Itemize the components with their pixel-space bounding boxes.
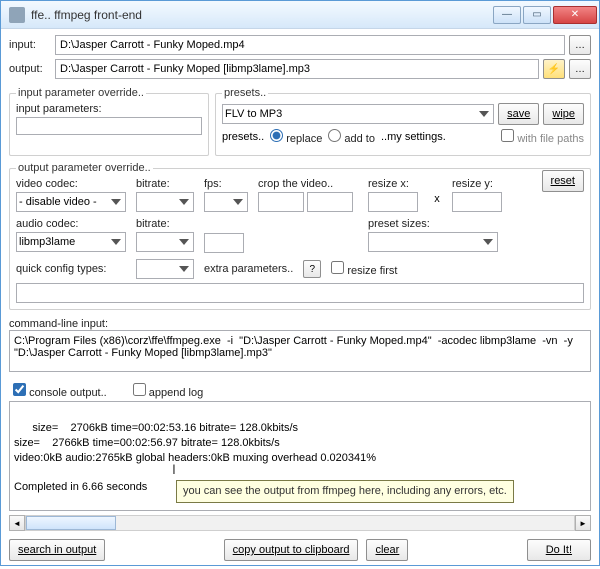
abitrate-select[interactable] — [136, 232, 194, 252]
append-log-label[interactable]: append log — [133, 383, 204, 399]
output-action-button[interactable]: ⚡ — [543, 59, 565, 79]
chevron-right-icon: ► — [579, 519, 587, 528]
addto-radio[interactable] — [328, 129, 341, 142]
presets-prefix-label: presets.. — [222, 131, 264, 143]
append-log-check[interactable] — [133, 383, 146, 396]
copy-output-button[interactable]: copy output to clipboard — [224, 539, 359, 561]
acodec-label: audio codec: — [16, 218, 126, 230]
preset-select[interactable]: FLV to MP3 — [222, 104, 494, 124]
help-button[interactable]: ? — [303, 260, 321, 278]
resizex-label: resize x: — [368, 178, 422, 190]
chevron-left-icon: ◄ — [13, 519, 21, 528]
console-output-label[interactable]: console output.. — [13, 383, 107, 399]
preset-sizes-select[interactable] — [368, 232, 498, 252]
resizey-label: resize y: — [452, 178, 506, 190]
resizex-field[interactable] — [368, 192, 418, 212]
presets-legend: presets.. — [222, 87, 268, 99]
ellipsis-icon: … — [575, 64, 585, 75]
cmdline-label: command-line input: — [9, 318, 108, 330]
resize-first-check[interactable] — [331, 261, 344, 274]
preset-sizes-label: preset sizes: — [368, 218, 498, 230]
reset-button[interactable]: reset — [542, 170, 584, 192]
resizey-field[interactable] — [452, 192, 502, 212]
console-output-text: size= 2706kB time=00:02:53.16 bitrate= 1… — [14, 422, 376, 493]
question-icon: ? — [309, 264, 315, 275]
lightning-icon: ⚡ — [548, 64, 560, 75]
vcodec-select[interactable]: - disable video - — [16, 192, 126, 212]
crop-w-field[interactable] — [258, 192, 304, 212]
console-output-check[interactable] — [13, 383, 26, 396]
close-button[interactable]: ✕ — [553, 6, 597, 24]
cmdline-field[interactable]: C:\Program Files (x86)\corz\ffe\ffmpeg.e… — [9, 330, 591, 372]
tooltip: you can see the output from ffmpeg here,… — [176, 480, 514, 503]
with-file-paths-check[interactable] — [501, 129, 514, 142]
abitrate-label: bitrate: — [136, 218, 194, 230]
fps-label: fps: — [204, 178, 248, 190]
search-in-output-button[interactable]: search in output — [9, 539, 105, 561]
fps-select[interactable] — [204, 192, 248, 212]
x-separator: x — [434, 193, 440, 205]
input-params-label: input parameters: — [16, 103, 202, 115]
crop-label: crop the video.. — [258, 178, 358, 190]
scroll-left-button[interactable]: ◄ — [9, 515, 25, 531]
input-browse-button[interactable]: … — [569, 35, 591, 55]
text-cursor-icon: I — [172, 460, 176, 479]
quick-config-label: quick config types: — [16, 263, 126, 275]
app-icon — [9, 7, 25, 23]
with-file-paths-label[interactable]: with file paths — [501, 129, 584, 145]
vcodec-label: video codec: — [16, 178, 126, 190]
output-path-field[interactable] — [55, 59, 539, 79]
scroll-track[interactable] — [25, 515, 575, 531]
input-override-legend: input parameter override.. — [16, 87, 146, 99]
acodec-select[interactable]: libmp3lame — [16, 232, 126, 252]
window-title: ffe.. ffmpeg front-end — [31, 8, 491, 22]
crop-h-field[interactable] — [307, 192, 353, 212]
scroll-thumb[interactable] — [26, 516, 116, 530]
titlebar: ffe.. ffmpeg front-end — ▭ ✕ — [1, 1, 599, 29]
output-override-legend: output parameter override.. — [16, 162, 153, 174]
console-output-box[interactable]: size= 2706kB time=00:02:53.16 bitrate= 1… — [9, 401, 591, 511]
save-button[interactable]: save — [498, 103, 539, 125]
input-path-field[interactable] — [55, 35, 565, 55]
output-browse-button[interactable]: … — [569, 59, 591, 79]
replace-radio-label[interactable]: replace — [270, 129, 322, 145]
quick-config-select[interactable] — [136, 259, 194, 279]
extra-params-label: extra parameters.. — [204, 263, 293, 275]
h-scrollbar[interactable]: ◄ ► — [9, 515, 591, 531]
do-it-button[interactable]: Do It! — [527, 539, 591, 561]
wipe-button[interactable]: wipe — [543, 103, 584, 125]
output-label: output: — [9, 63, 51, 75]
minimize-button[interactable]: — — [493, 6, 521, 24]
extra-params-field[interactable] — [16, 283, 584, 303]
input-params-field[interactable] — [16, 117, 202, 135]
resize-first-label[interactable]: resize first — [331, 261, 397, 277]
clear-button[interactable]: clear — [366, 539, 408, 561]
ellipsis-icon: … — [575, 40, 585, 51]
replace-radio[interactable] — [270, 129, 283, 142]
addto-radio-label[interactable]: add to — [328, 129, 375, 145]
vbitrate-label: bitrate: — [136, 178, 194, 190]
vbitrate-select[interactable] — [136, 192, 194, 212]
abitrate-extra-field[interactable] — [204, 233, 244, 253]
presets-suffix-label: ..my settings. — [381, 131, 446, 143]
maximize-button[interactable]: ▭ — [523, 6, 551, 24]
input-label: input: — [9, 39, 51, 51]
scroll-right-button[interactable]: ► — [575, 515, 591, 531]
